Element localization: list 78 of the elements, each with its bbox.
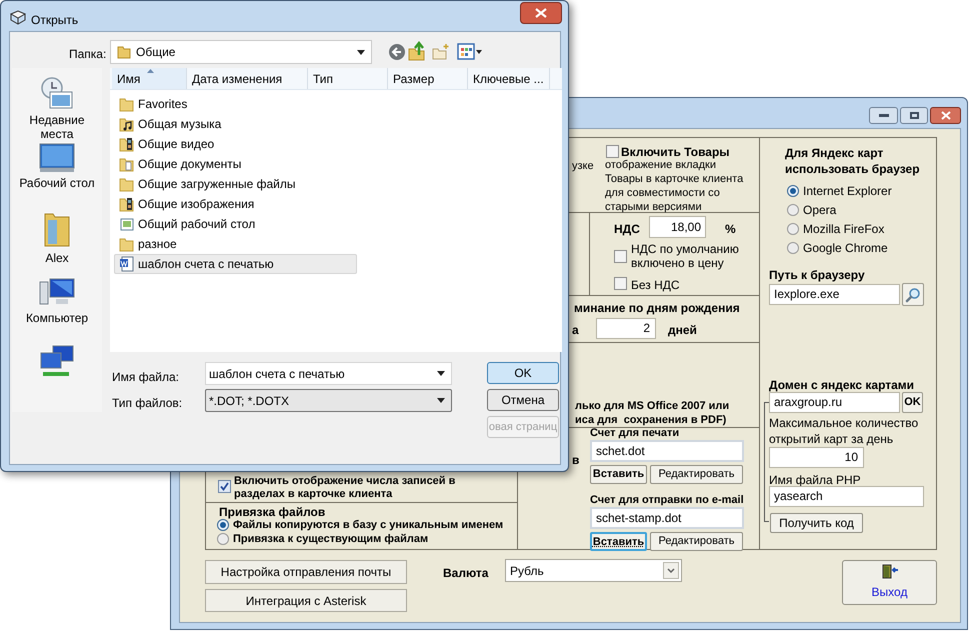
currency-select[interactable]: Рубль (505, 559, 682, 582)
record-count-label: Включить отображение числа записей в разделах в карточке клиента (234, 475, 456, 501)
file-item[interactable]: Общие изображения (114, 194, 357, 214)
domain-label: Домен с яндекс картами (769, 377, 914, 394)
office-note: лько для MS Office 2007 или (575, 399, 730, 414)
domain-ok-button[interactable]: OK (902, 392, 923, 413)
option-label: Файлы копируются в базу с уникальным именем (233, 518, 504, 533)
asterisk-button[interactable]: Интеграция с Asterisk (205, 589, 407, 612)
max-maps-field[interactable]: 10 (769, 447, 864, 468)
edit-button[interactable]: Редактировать (650, 465, 743, 484)
folder-label: Папка: (69, 46, 106, 63)
dialog-button[interactable]: OK (487, 362, 559, 384)
column-header[interactable]: Тип (308, 68, 388, 89)
vat-label: НДС (614, 221, 640, 238)
file-type-value: *.DOT; *.DOTX (209, 392, 290, 410)
place-item[interactable]: Компьютер (14, 278, 100, 325)
column-header[interactable]: Ключевые ... (468, 68, 550, 89)
browser-path-field[interactable]: Iexplore.exe (769, 284, 900, 305)
template-file-field[interactable]: schet.dot (590, 440, 744, 462)
option-label: Internet Explorer (803, 182, 892, 200)
column-header[interactable]: Имя (112, 68, 187, 89)
browser-path-label: Путь к браузеру (769, 267, 865, 284)
place-item[interactable]: Рабочий стол (14, 143, 100, 190)
insert-button[interactable]: Вставить (590, 465, 647, 484)
file-type-select[interactable]: *.DOT; *.DOTX (205, 389, 452, 412)
file-name-label: Имя файла: (112, 369, 179, 386)
option-label: Google Chrome (803, 240, 888, 256)
option-label: Mozilla FireFox (803, 220, 884, 238)
label-fragment: узке (572, 159, 594, 174)
option-label: Привязка к существующим файлам (233, 532, 428, 547)
office-note: иса для сохранения в PDF) (575, 413, 726, 428)
vat-field[interactable]: 18,00 (649, 216, 706, 238)
edit-button[interactable]: Редактировать (650, 532, 743, 551)
maps-title: Для Яндекс карт использовать браузер (785, 145, 921, 177)
php-label: Имя файла PHP (769, 472, 861, 489)
php-field[interactable]: yasearch (769, 486, 924, 507)
get-code-button[interactable]: Получить код (770, 513, 863, 533)
file-item[interactable]: шаблон счета с печатью (114, 254, 357, 274)
folder-name: Общие (136, 44, 176, 61)
file-type-label: Тип файлов: (112, 395, 182, 412)
file-item[interactable]: Общие видео (114, 134, 357, 154)
exit-button[interactable]: Выход (842, 560, 937, 605)
file-item[interactable]: Общие документы (114, 154, 357, 174)
place-item[interactable]: Alex (14, 210, 100, 266)
percent-label: % (725, 221, 736, 238)
days-label: дней (668, 322, 697, 339)
birthday-title: минание по дням рождения (574, 300, 740, 317)
column-header[interactable]: Дата изменения (187, 68, 308, 89)
goods-description: отображение вкладки Товары в карточке клиента для совместимости со старыми версиями (605, 158, 744, 214)
file-item[interactable]: Общий рабочий стол (114, 214, 357, 234)
currency-label: Валюта (443, 565, 488, 582)
option-label: Opera (803, 202, 836, 218)
template-label: Счет для печати (590, 427, 680, 440)
file-name-value: шаблон счета с печатью (209, 366, 345, 382)
dialog-title: Открыть (31, 12, 78, 29)
folder-combo[interactable]: Общие (110, 40, 372, 64)
file-binding-title: Привязка файлов (219, 504, 326, 520)
domain-field[interactable]: araxgroup.ru (769, 392, 900, 413)
column-header[interactable]: Размер (388, 68, 468, 89)
vat-option-label: Без НДС (631, 277, 680, 294)
file-item[interactable]: Общие загруженные файлы (114, 174, 357, 194)
vat-option-label: НДС по умолчанию включено в цену (631, 242, 740, 270)
currency-value: Рубль (510, 562, 544, 580)
dialog-button[interactable]: Отмена (487, 389, 559, 411)
file-name-combo[interactable]: шаблон счета с печатью (205, 362, 452, 385)
file-item[interactable]: Favorites (114, 94, 357, 114)
days-field[interactable]: 2 (596, 318, 656, 339)
place-item[interactable]: Недавние места (14, 76, 100, 141)
goods-label: Включить Товары (621, 144, 730, 160)
template-file-field[interactable]: schet-stamp.dot (590, 507, 744, 529)
max-maps-label: Максимальное количество открытий карт за день (769, 415, 920, 447)
insert-button[interactable]: Вставить (590, 532, 647, 551)
file-item[interactable]: разное (114, 234, 357, 254)
template-label: Счет для отправки по e-mail (590, 494, 745, 507)
label-fragment: а (572, 322, 579, 339)
label-fragment: в (572, 452, 580, 469)
mail-settings-button[interactable]: Настройка отправления почты (205, 560, 407, 584)
file-item[interactable]: Общая музыка (114, 114, 357, 134)
